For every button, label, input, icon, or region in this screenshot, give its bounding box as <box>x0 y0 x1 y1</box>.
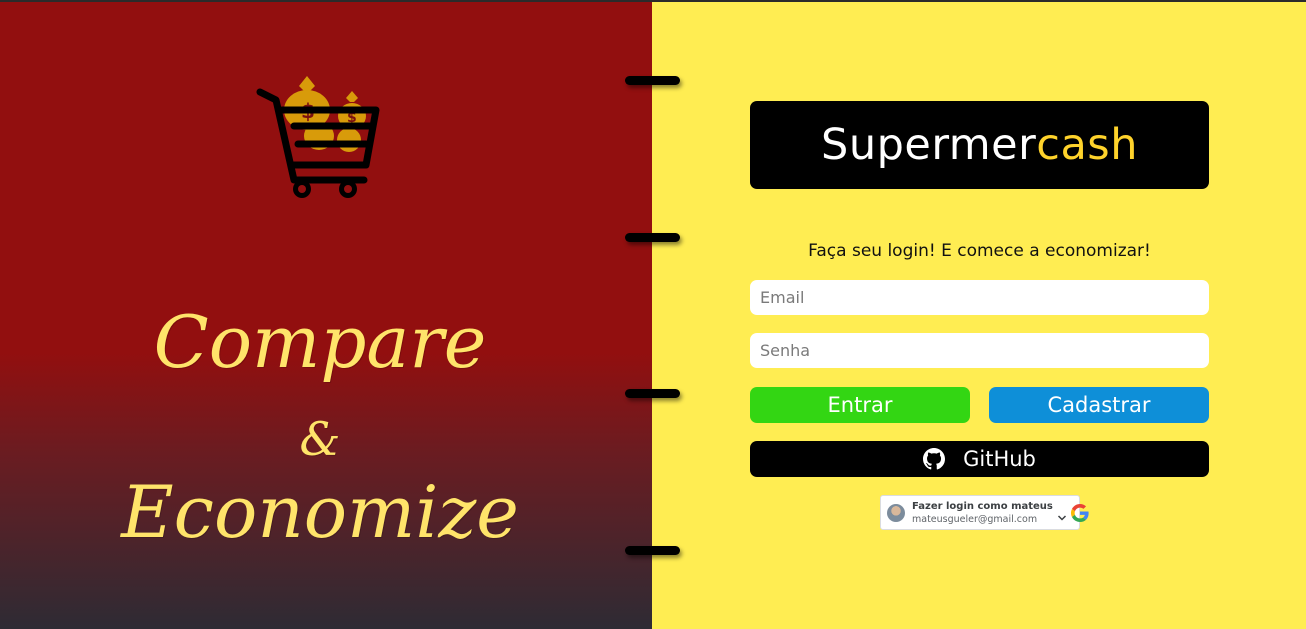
password-field[interactable] <box>750 333 1209 368</box>
chevron-down-icon[interactable] <box>1057 513 1067 523</box>
google-signin-email: mateusgueler@gmail.com <box>912 513 1038 525</box>
github-icon <box>923 448 946 470</box>
register-button[interactable]: Cadastrar <box>989 387 1209 423</box>
slogan-compare: Compare <box>153 300 487 384</box>
email-field[interactable] <box>750 280 1209 315</box>
google-g-icon <box>1070 503 1089 522</box>
binder-ring <box>625 389 680 398</box>
google-signin-title: Fazer login como mateus <box>912 500 1053 512</box>
binder-ring <box>625 76 680 85</box>
enter-button[interactable]: Entrar <box>750 387 970 423</box>
github-login-button[interactable]: GitHub <box>750 441 1209 477</box>
login-panel <box>652 2 1306 629</box>
google-account-info: Fazer login como mateus mateusgueler@gma… <box>912 500 1053 526</box>
slogan-economize: Economize <box>121 470 519 554</box>
login-tagline: Faça seu login! E comece a economizar! <box>808 241 1151 261</box>
brand-logo-part2: cash <box>1036 120 1138 170</box>
github-button-label: GitHub <box>963 447 1036 471</box>
shopping-cart-money-bags-icon: $ $ <box>256 76 380 198</box>
slogan-ampersand: & <box>299 412 341 466</box>
google-signin-button[interactable]: Fazer login como mateus mateusgueler@gma… <box>880 495 1089 530</box>
brand-logo-part1: Supermer <box>821 120 1037 170</box>
avatar <box>887 503 905 522</box>
brand-logo: Supermer cash <box>750 101 1209 189</box>
binder-ring <box>625 546 680 555</box>
binder-ring <box>625 233 680 242</box>
